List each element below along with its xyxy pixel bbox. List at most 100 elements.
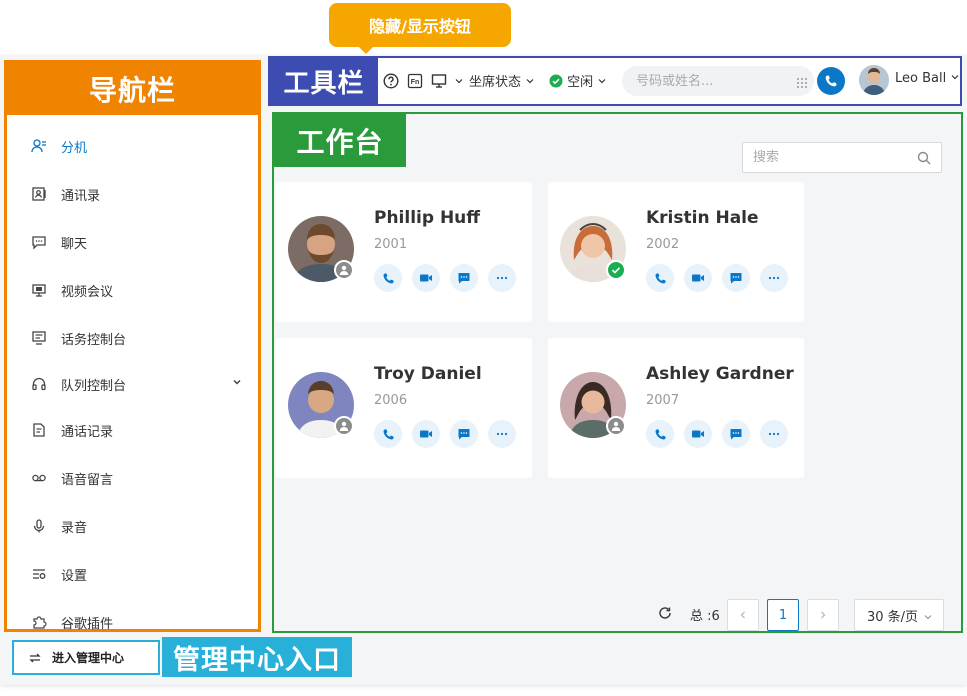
sidebar-item-video-conference[interactable]: 视频会议: [31, 278, 243, 302]
more-icon[interactable]: [760, 420, 788, 448]
chevron-down-icon[interactable]: [453, 72, 465, 90]
sidebar-title-banner: 导航栏: [7, 63, 258, 115]
extension-number: 2002: [646, 237, 680, 252]
call-log-icon: [31, 422, 47, 438]
seat-status-dropdown[interactable]: 坐席状态: [469, 71, 535, 90]
video-icon[interactable]: [684, 420, 712, 448]
chevron-right-icon: [821, 611, 826, 619]
enter-admin-center-button[interactable]: 进入管理中心: [12, 640, 160, 675]
extension-card[interactable]: Troy Daniel 2006: [276, 338, 532, 478]
sidebar-item-queue-console[interactable]: 队列控制台: [31, 372, 243, 396]
settings-icon: [31, 566, 47, 582]
available-status-icon: [606, 260, 626, 280]
admin-button-label: 进入管理中心: [52, 651, 125, 665]
chevron-down-icon: [924, 615, 932, 620]
chat-icon[interactable]: [722, 264, 750, 292]
extension-number: 2001: [374, 237, 408, 252]
svg-text:Fn: Fn: [411, 79, 420, 86]
sidebar-item-label: 设置: [61, 568, 88, 584]
extension-card[interactable]: Ashley Gardner 2007: [548, 338, 804, 478]
more-icon[interactable]: [488, 264, 516, 292]
chevron-down-icon[interactable]: [231, 376, 243, 392]
chevron-down-icon: [598, 79, 606, 84]
chat-icon[interactable]: [450, 264, 478, 292]
sidebar-item-contacts[interactable]: 通讯录: [31, 182, 243, 206]
sidebar-item-label: 通讯录: [61, 188, 101, 204]
contact-name: Troy Daniel: [374, 364, 482, 384]
refresh-icon[interactable]: [658, 605, 672, 624]
microphone-icon: [31, 518, 47, 534]
chat-icon[interactable]: [450, 420, 478, 448]
sidebar-item-label: 队列控制台: [61, 378, 127, 394]
sidebar-item-settings[interactable]: 设置: [31, 562, 243, 586]
user-name: Leo Ball: [895, 71, 947, 86]
video-conference-icon: [31, 282, 47, 298]
app-root: 隐藏/显示按钮 导航栏 分机 通讯录 聊天 视频会议 话务控制台 队列控制台 通…: [0, 0, 967, 696]
workspace: 工作台 Phillip Huff 2001: [272, 112, 963, 633]
plugin-icon: [31, 614, 47, 630]
sidebar-item-operator-console[interactable]: 话务控制台: [31, 326, 243, 350]
presence-label: 空闲: [567, 75, 594, 90]
sidebar-title: 导航栏: [88, 74, 176, 107]
sidebar-item-label: 通话记录: [61, 424, 114, 440]
extension-search: [742, 142, 942, 173]
total-count: 总 :6: [690, 609, 720, 624]
operator-console-icon: [31, 330, 47, 346]
sidebar-item-label: 语音留言: [61, 472, 114, 488]
sidebar-item-chat[interactable]: 聊天: [31, 230, 243, 254]
phone-icon[interactable]: [374, 264, 402, 292]
sidebar-item-call-log[interactable]: 通话记录: [31, 418, 243, 442]
toolbar: 工具栏 Fn 坐席状态 空闲 号码或姓名... Leo Ball: [268, 56, 962, 106]
chat-icon: [31, 234, 47, 250]
next-page-button[interactable]: [807, 599, 839, 631]
video-icon[interactable]: [412, 264, 440, 292]
chat-icon[interactable]: [722, 420, 750, 448]
prev-page-button[interactable]: [727, 599, 759, 631]
fn-key-icon[interactable]: Fn: [406, 72, 424, 90]
admin-entry-annotation: 管理中心入口: [162, 637, 352, 677]
phone-icon[interactable]: [646, 264, 674, 292]
user-avatar[interactable]: [859, 65, 889, 95]
hide-show-callout-text: 隐藏/显示按钮: [369, 17, 471, 36]
hide-show-button-callout: 隐藏/显示按钮: [329, 3, 511, 47]
search-input[interactable]: [743, 143, 913, 172]
extension-number: 2006: [374, 393, 408, 408]
presence-dropdown[interactable]: 空闲: [549, 71, 607, 90]
sidebar-item-label: 话务控制台: [61, 332, 127, 348]
sidebar-item-recording[interactable]: 录音: [31, 514, 243, 538]
sidebar-item-plugin[interactable]: 谷歌插件: [31, 610, 243, 634]
sidebar-item-extension[interactable]: 分机: [31, 134, 243, 158]
contact-name: Kristin Hale: [646, 208, 759, 228]
page-button-current[interactable]: 1: [767, 599, 799, 631]
help-icon[interactable]: [382, 72, 400, 90]
sidebar-item-voicemail[interactable]: 语音留言: [31, 466, 243, 490]
more-icon[interactable]: [760, 264, 788, 292]
dial-input[interactable]: [622, 66, 814, 96]
call-button[interactable]: [817, 67, 845, 95]
user-menu[interactable]: Leo Ball: [895, 71, 960, 86]
extension-icon: [31, 138, 47, 154]
page-size-select[interactable]: 30 条/页: [854, 599, 944, 631]
extension-card[interactable]: Phillip Huff 2001: [276, 182, 532, 322]
phone-icon[interactable]: [646, 420, 674, 448]
contacts-icon: [31, 186, 47, 202]
search-icon[interactable]: [917, 150, 931, 169]
offline-status-icon: [334, 260, 354, 280]
video-icon[interactable]: [684, 264, 712, 292]
monitor-icon[interactable]: [430, 72, 448, 90]
offline-status-icon: [606, 416, 626, 436]
contact-name: Ashley Gardner: [646, 364, 794, 384]
workspace-title: 工作台: [296, 125, 384, 159]
dialpad-icon[interactable]: [796, 74, 808, 93]
queue-console-icon: [31, 376, 47, 392]
video-icon[interactable]: [412, 420, 440, 448]
chevron-down-icon: [526, 79, 534, 84]
more-icon[interactable]: [488, 420, 516, 448]
sidebar-item-label: 谷歌插件: [61, 616, 114, 632]
extension-card[interactable]: Kristin Hale 2002: [548, 182, 804, 322]
workspace-title-banner: 工作台: [274, 114, 406, 167]
admin-entry-label: 管理中心入口: [173, 644, 341, 676]
phone-icon[interactable]: [374, 420, 402, 448]
chevron-left-icon: [740, 611, 745, 619]
seat-status-label: 坐席状态: [469, 75, 522, 90]
